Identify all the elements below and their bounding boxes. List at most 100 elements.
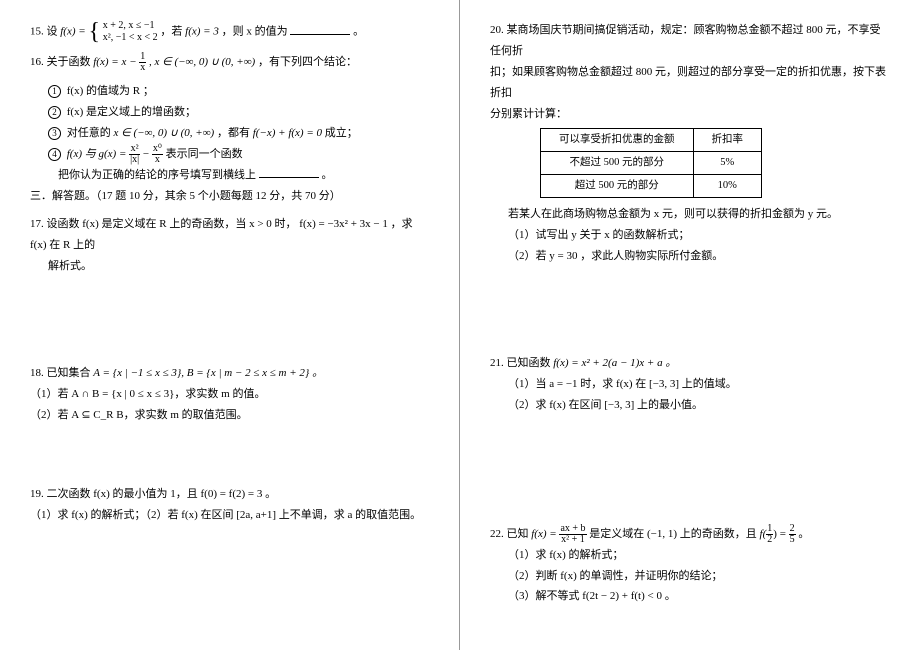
q16-tail: ，有下列四个结论： [258, 56, 357, 68]
table-cell: 5% [693, 152, 762, 175]
q22-p3: （3）解不等式 f(2t − 2) + f(t) < 0 。 [508, 586, 890, 607]
spacer [490, 424, 890, 474]
q15-fx: f(x) = [60, 26, 85, 38]
q16-c4-d1: |x| [129, 155, 140, 165]
q16-blank [259, 167, 319, 178]
q16-c1-text: f(x) 的值域为 R ； [67, 85, 154, 97]
circled-1-icon: 1 [48, 85, 61, 98]
right-column: 20. 某商场国庆节期间搞促销活动，规定：顾客购物总金额不超过 800 元，不享… [460, 0, 920, 650]
q22-prefix: 22. 已知 [490, 528, 529, 540]
q16-c3: 3 对任意的 x ∈ (−∞, 0) ∪ (0, +∞) ，都有 f(−x) +… [48, 123, 429, 144]
q16-domain: , x ∈ (−∞, 0) ∪ (0, +∞) [149, 56, 255, 68]
q16-c3-mid: ，都有 [217, 127, 250, 139]
q22-mid: 是定义域在 (−1, 1) 上的奇函数，且 [589, 528, 757, 540]
q17-line2: 解析式。 [48, 256, 429, 277]
question-18: 18. 已知集合 A = {x | −1 ≤ x ≤ 3}, B = {x | … [30, 363, 429, 426]
q16-c3-set: x ∈ (−∞, 0) ∪ (0, +∞) [114, 127, 215, 139]
q18-p1: （1）若 A ∩ B = {x | 0 ≤ x ≤ 3}，求实数 m 的值。 [30, 384, 429, 405]
q16-c4-d2: x [152, 155, 163, 165]
q16-frac-d: x [139, 63, 146, 73]
q16-c4-minus: − [143, 148, 152, 160]
q15-blank [290, 24, 350, 35]
question-22: 22. 已知 f(x) = ax + b x² + 1 是定义域在 (−1, 1… [490, 524, 890, 608]
q16-bottom-text: 把你认为正确的结论的序号填写到横线上 [58, 169, 256, 181]
q18-p2: （2）若 A ⊆ C_R B，求实数 m 的取值范围。 [30, 405, 429, 426]
question-17: 17. 设函数 f(x) 是定义域在 R 上的奇函数，当 x > 0 时， f(… [30, 214, 429, 277]
q16-c4: 4 f(x) 与 g(x) = x² |x| − x⁰ x 表示同一个函数 [48, 144, 429, 165]
q22-cond-mid: ) = [773, 528, 788, 540]
spacer [30, 434, 429, 484]
q15-mid: ，若 [160, 26, 182, 38]
q22-end: 。 [798, 528, 809, 540]
q17-line1: 17. 设函数 f(x) 是定义域在 R 上的奇函数，当 x > 0 时， f(… [30, 214, 429, 256]
table-header-amount: 可以享受折扣优惠的金额 [541, 129, 694, 152]
circled-3-icon: 3 [48, 127, 61, 140]
q19-line1: 19. 二次函数 f(x) 的最小值为 1，且 f(0) = f(2) = 3 … [30, 484, 429, 505]
q16-c4-frac1: x² |x| [129, 144, 140, 165]
q16-bottom: 把你认为正确的结论的序号填写到横线上 。 [58, 165, 429, 186]
q16-func: f(x) = x − [93, 56, 136, 68]
q15-piecewise: x + 2, x ≤ −1 x², −1 < x < 2 [103, 20, 158, 44]
q16-c1: 1 f(x) 的值域为 R ； [48, 81, 429, 102]
q22-frac-d: x² + 1 [559, 535, 586, 545]
q20-line1: 20. 某商场国庆节期间搞促销活动，规定：顾客购物总金额不超过 800 元，不享… [490, 20, 890, 62]
circled-2-icon: 2 [48, 106, 61, 119]
q16-c3-end: 成立； [325, 127, 358, 139]
q22-p1: （1）求 f(x) 的解析式； [508, 545, 890, 566]
spacer [490, 275, 890, 325]
q16-c2: 2 f(x) 是定义域上的增函数； [48, 102, 429, 123]
q21-prefix: 21. 已知函数 [490, 357, 551, 369]
q22-frac: ax + b x² + 1 [559, 524, 586, 545]
question-16: 16. 关于函数 f(x) = x − 1 x , x ∈ (−∞, 0) ∪ … [30, 52, 429, 73]
left-column: 15. 设 f(x) = { x + 2, x ≤ −1 x², −1 < x … [0, 0, 460, 650]
spacer [30, 335, 429, 363]
table-cell: 超过 500 元的部分 [541, 175, 694, 198]
q21-p1: （1）当 a = −1 时，求 f(x) 在 [−3, 3] 上的值域。 [508, 374, 890, 395]
q16-c4-pre: f(x) 与 g(x) = [67, 148, 127, 160]
q15-prefix: 15. 设 [30, 26, 58, 38]
q18-sets: A = {x | −1 ≤ x ≤ 3}, B = {x | m − 2 ≤ x… [93, 367, 323, 379]
q19-line2: （1）求 f(x) 的解析式；（2）若 f(x) 在区间 [2a, a+1] 上… [30, 505, 429, 526]
question-21: 21. 已知函数 f(x) = x² + 2(a − 1)x + a 。 （1）… [490, 353, 890, 416]
question-19: 19. 二次函数 f(x) 的最小值为 1，且 f(0) = f(2) = 3 … [30, 484, 429, 526]
q20-line3: 分别累计计算： [490, 104, 890, 125]
q22-frac-n: ax + b [559, 524, 586, 535]
question-15: 15. 设 f(x) = { x + 2, x ≤ −1 x², −1 < x … [30, 20, 429, 44]
circled-4-icon: 4 [48, 148, 61, 161]
table-cell: 不超过 500 元的部分 [541, 152, 694, 175]
q22-cond-pre: f( [760, 528, 767, 540]
table-header-rate: 折扣率 [693, 129, 762, 152]
spacer [30, 285, 429, 335]
q16-c3-pre: 对任意的 [67, 127, 111, 139]
q15-piece1: x + 2, x ≤ −1 [103, 20, 155, 31]
question-20: 20. 某商场国庆节期间搞促销活动，规定：顾客购物总金额不超过 800 元，不享… [490, 20, 890, 267]
q20-p1: （1）试写出 y 关于 x 的函数解析式； [508, 225, 890, 246]
q21-p2: （2）求 f(x) 在区间 [−3, 3] 上的最小值。 [508, 395, 890, 416]
q16-c4-end: 表示同一个函数 [166, 148, 243, 160]
discount-table: 可以享受折扣优惠的金额 折扣率 不超过 500 元的部分 5% 超过 500 元… [540, 128, 762, 198]
spacer [490, 325, 890, 353]
q15-end: 。 [353, 26, 364, 38]
brace-icon: { [88, 19, 100, 45]
q16-frac: 1 x [139, 52, 146, 73]
q20-after: 若某人在此商场购物总金额为 x 元，则可以获得的折扣金额为 y 元。 [508, 204, 890, 225]
q18-prefix: 18. 已知集合 [30, 367, 91, 379]
q15-piece2: x², −1 < x < 2 [103, 32, 158, 43]
q20-line2: 扣；如果顾客购物总金额超过 800 元，则超过的部分享受一定的折扣优惠，按下表折… [490, 62, 890, 104]
table-row: 可以享受折扣优惠的金额 折扣率 [541, 129, 762, 152]
q15-cond: f(x) = 3 [185, 26, 219, 38]
q22-func-pre: f(x) = [531, 528, 556, 540]
q16-bottom-end: 。 [322, 169, 333, 181]
table-cell: 10% [693, 175, 762, 198]
q16-prefix: 16. 关于函数 [30, 56, 91, 68]
q20-p2: （2）若 y = 30 ，求此人购物实际所付金额。 [508, 246, 890, 267]
q22-val-n: 2 [789, 524, 796, 535]
q16-c2-text: f(x) 是定义域上的增函数； [67, 106, 196, 118]
section-3-header: 三．解答题。（17 题 10 分，其余 5 个小题每题 12 分，共 70 分） [30, 186, 429, 207]
q16-c4-frac2: x⁰ x [152, 144, 163, 165]
q22-p2: （2）判断 f(x) 的单调性，并证明你的结论； [508, 566, 890, 587]
q22-val-frac: 2 5 [789, 524, 796, 545]
table-row: 不超过 500 元的部分 5% [541, 152, 762, 175]
q21-func: f(x) = x² + 2(a − 1)x + a 。 [553, 357, 676, 369]
q16-c3-eq: f(−x) + f(x) = 0 [253, 127, 322, 139]
